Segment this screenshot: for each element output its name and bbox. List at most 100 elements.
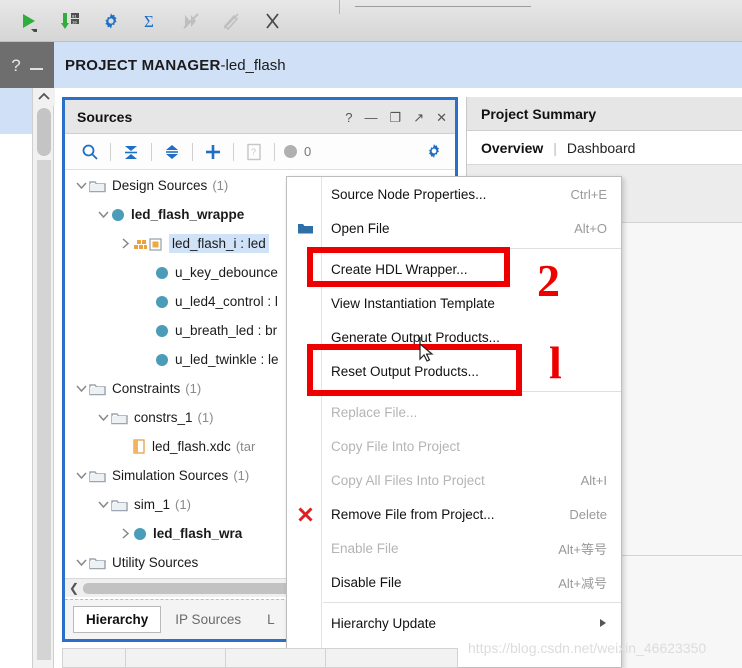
tree-row-label: led_flash_wrappe: [131, 207, 245, 222]
menu-item-copy-all-files-into-project: Copy All Files Into Project Alt+I: [287, 463, 621, 497]
module-icon: [155, 266, 169, 280]
tree-row-label-wrap: led_flash.xdc (tar: [152, 439, 255, 454]
remove-x-icon: [293, 497, 323, 531]
tree-row-count: (1): [175, 497, 191, 512]
settings-gear-icon[interactable]: [423, 140, 445, 162]
tree-row-label-wrap: sim_1 (1): [134, 497, 191, 512]
tree-row-label: constrs_1: [134, 410, 193, 425]
chevron-right-icon[interactable]: [117, 238, 133, 249]
xdc-file-icon: [133, 439, 146, 454]
chevron-down-icon[interactable]: [73, 181, 89, 190]
menu-separator: [323, 602, 621, 603]
tree-row-label: u_led4_control : l: [175, 294, 278, 309]
tree-row-label-wrap: Design Sources (1): [112, 178, 228, 193]
tree-row-label-wrap: led_flash_wrappe: [131, 207, 244, 222]
tab-hierarchy[interactable]: Hierarchy: [73, 606, 162, 633]
scroll-up-icon[interactable]: [33, 88, 55, 106]
menu-item-copy-file-into-project: Copy File Into Project: [287, 429, 621, 463]
toolbar-divider: [274, 142, 275, 161]
menu-item-generate-output-products[interactable]: Generate Output Products...: [287, 320, 621, 354]
menu-item-accelerator: Delete: [569, 506, 607, 522]
program-device-icon[interactable]: 01 10: [56, 6, 86, 36]
tab-overview[interactable]: Overview: [481, 140, 543, 156]
tree-row-count: (1): [212, 178, 229, 193]
toolbar-divider: [233, 142, 234, 161]
menu-item-label: Hierarchy Update: [331, 615, 437, 631]
chevron-down-icon[interactable]: [95, 413, 111, 422]
help-minimize-box[interactable]: ?: [0, 42, 54, 88]
help-icon[interactable]: ?: [345, 111, 352, 124]
sigma-icon[interactable]: Σ: [136, 6, 166, 36]
tab-ip-sources[interactable]: IP Sources: [163, 607, 253, 632]
menu-item-accelerator: Alt+等号: [558, 541, 607, 557]
help-icon[interactable]: ?: [11, 57, 20, 74]
sources-title-bar: Sources ? — ❐ ↗ ✕: [65, 100, 455, 134]
menu-item-label: Replace File...: [331, 404, 418, 420]
menu-item-accelerator: Alt+减号: [558, 575, 607, 591]
expand-all-icon[interactable]: [155, 137, 189, 167]
chevron-down-icon[interactable]: [73, 471, 89, 480]
menu-item-label: Copy File Into Project: [331, 438, 461, 454]
menu-item-hierarchy-update[interactable]: Hierarchy Update: [287, 606, 621, 640]
menu-item-disable-file[interactable]: Disable File Alt+减号: [287, 565, 621, 599]
tree-row-label: Utility Sources: [112, 555, 199, 570]
folder-icon: [89, 469, 106, 483]
tab-dashboard[interactable]: Dashboard: [567, 140, 636, 156]
close-icon[interactable]: ✕: [436, 111, 447, 124]
tree-row-label: led_flash_wra: [153, 526, 243, 541]
add-sources-icon[interactable]: [196, 137, 230, 167]
svg-text:Σ: Σ: [144, 12, 154, 31]
tree-row-label: sim_1: [134, 497, 171, 512]
bottom-status-strip: [62, 648, 458, 668]
tree-row-label: led_flash_i : led: [172, 236, 266, 251]
menu-item-label: Generate Output Products...: [331, 329, 500, 345]
tree-row-label-wrap: constrs_1 (1): [134, 410, 213, 425]
chevron-down-icon[interactable]: [95, 500, 111, 509]
scrollbar-track[interactable]: [37, 160, 51, 660]
menu-item-create-hdl-wrapper[interactable]: Create HDL Wrapper...: [287, 252, 621, 286]
settings-gear-icon[interactable]: [96, 6, 126, 36]
minimize-icon[interactable]: [29, 68, 43, 70]
minimize-icon[interactable]: —: [365, 111, 378, 124]
chevron-right-icon[interactable]: [117, 528, 133, 539]
menu-item-accelerator: Alt+O: [574, 220, 607, 236]
maximize-icon[interactable]: ❐: [390, 111, 402, 124]
collapse-all-icon[interactable]: [114, 137, 148, 167]
tab-l[interactable]: L: [255, 607, 287, 632]
menu-item-label: Open File: [331, 220, 390, 236]
tree-row-count: (1): [233, 468, 250, 483]
float-icon[interactable]: ↗: [413, 111, 424, 124]
menu-item-label: Create HDL Wrapper...: [331, 261, 468, 277]
toolbar-rule: [355, 6, 531, 7]
menu-item-view-instantiation-template[interactable]: View Instantiation Template: [287, 286, 621, 320]
toolbar-divider: [151, 142, 152, 161]
context-menu[interactable]: Source Node Properties... Ctrl+E Open File…: [286, 176, 622, 668]
search-icon[interactable]: [73, 137, 107, 167]
menu-item-open-file[interactable]: Open File Alt+O: [287, 211, 621, 245]
left-strip-blue-cap: [0, 88, 32, 134]
menu-item-reset-output-products[interactable]: Reset Output Products...: [287, 354, 621, 388]
menu-item-remove-file-from-project[interactable]: Remove File from Project... Delete: [287, 497, 621, 531]
chevron-down-icon[interactable]: [95, 210, 111, 219]
scrollbar-thumb[interactable]: [37, 108, 51, 156]
toolbar-divider: [192, 142, 193, 161]
left-vertical-scrollbar[interactable]: [32, 88, 55, 668]
run-icon[interactable]: [14, 6, 44, 36]
cut-icon[interactable]: [258, 6, 288, 36]
block-design-icon: [133, 237, 163, 251]
tree-row-label: u_breath_led : br: [175, 323, 278, 338]
menu-item-label: Reset Output Products...: [331, 363, 479, 379]
tree-row-label-wrap: Constraints (1): [112, 381, 201, 396]
menu-item-source-node-properties[interactable]: Source Node Properties... Ctrl+E: [287, 177, 621, 211]
module-icon: [111, 208, 125, 222]
tree-row-label-wrap: led_flash_wra: [153, 526, 242, 541]
scroll-left-icon[interactable]: ❮: [65, 581, 83, 595]
tree-row-label: u_led_twinkle : le: [175, 352, 279, 367]
report-icon: ?: [237, 137, 271, 167]
module-icon: [155, 324, 169, 338]
folder-icon: [89, 556, 106, 570]
tree-row-label-wrap: u_led4_control : l: [175, 294, 278, 309]
chevron-down-icon[interactable]: [73, 558, 89, 567]
menu-item-label: Remove File from Project...: [331, 506, 495, 522]
chevron-down-icon[interactable]: [73, 384, 89, 393]
